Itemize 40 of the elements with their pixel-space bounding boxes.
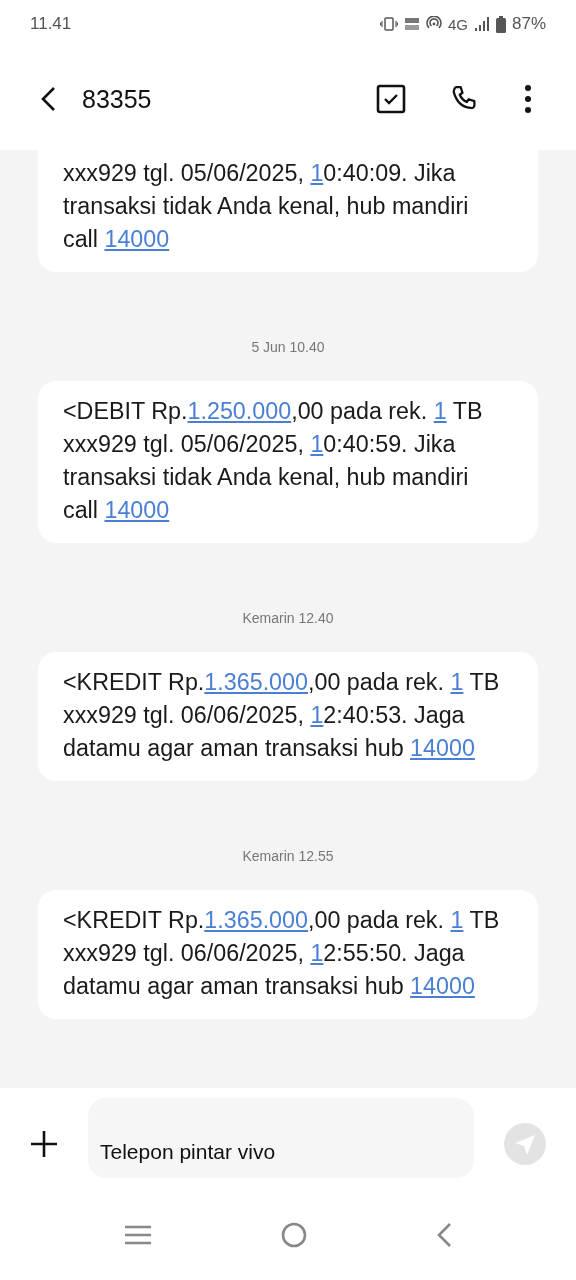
message-link[interactable]: 1.250.000: [187, 398, 292, 424]
message-timestamp: 5 Jun 10.40: [250, 339, 326, 355]
message-link[interactable]: 14000: [104, 226, 170, 252]
battery-icon: [495, 15, 506, 33]
message-text: <KREDIT Rp.1.365.000,00 pada rek. 1 TB xxx929 tgl. 06/06/2025, 12:55:50. Jaga datamu agar aman transaksi hub 14000: [63, 906, 501, 1001]
message-link[interactable]: 1: [450, 669, 464, 695]
message-link[interactable]: 1: [310, 431, 324, 457]
message-field[interactable]: Telepon pintar vivo: [88, 1098, 474, 1178]
message-link[interactable]: 1: [310, 702, 324, 728]
message-bubble[interactable]: <KREDIT Rp.1.365.000,00 pada rek. 1 TB xxx929 tgl. 06/06/2025, 12:40:53. Jaga datamu agar aman transaksi hub 14000: [38, 652, 538, 781]
message-timestamp: Kemarin 12.55: [241, 848, 335, 864]
menu-icon[interactable]: [124, 1224, 153, 1246]
message-bubble[interactable]: <KREDIT Rp.1.365.000,00 pada rek. 1 TB xxx929 tgl. 06/06/2025, 12:55:50. Jaga datamu agar aman transaksi hub 14000: [38, 890, 538, 1019]
message-link[interactable]: 1: [450, 907, 464, 933]
message-bubble[interactable]: <DEBIT Rp.1.250.000,00 pada rek. 1 TB xxx929 tgl. 05/06/2025, 10:40:59. Jika transaksi tidak Anda kenal, hub mandiri call 14000: [38, 381, 538, 543]
signal-icon: [473, 17, 490, 31]
message-text: <DEBIT Rp.1.250.000,00 pada rek. 1 TB xxx929 tgl. 05/06/2025, 10:40:59. Jika transaksi tidak Anda kenal, hub mandiri call 14000: [63, 397, 484, 525]
message-bubble[interactable]: xxx929 tgl. 05/06/2025, 10:40:09. Jika transaksi tidak Anda kenal, hub mandiri call 14000: [38, 150, 538, 272]
message-text: xxx929 tgl. 05/06/2025, 10:40:09. Jika transaksi tidak Anda kenal, hub mandiri call 14000: [63, 159, 470, 254]
conversation-title: 83355: [82, 84, 152, 114]
message-link[interactable]: 1.365.000: [204, 907, 308, 933]
message-link[interactable]: 14000: [104, 497, 170, 523]
back-nav-icon[interactable]: [435, 1222, 452, 1248]
message-timestamp: Kemarin 12.40: [241, 610, 335, 626]
message-link[interactable]: 1: [310, 160, 324, 186]
more-options-icon[interactable]: [524, 84, 532, 114]
message-link[interactable]: 14000: [410, 973, 475, 999]
message-link[interactable]: 1.365.000: [204, 669, 308, 695]
home-icon[interactable]: [281, 1222, 307, 1248]
network-type: 4G: [447, 15, 468, 33]
status-time: 11.41: [30, 14, 72, 34]
battery-level: 87%: [511, 14, 546, 34]
add-icon[interactable]: [30, 1130, 58, 1158]
message-text: <KREDIT Rp.1.365.000,00 pada rek. 1 TB xxx929 tgl. 06/06/2025, 12:40:53. Jaga datamu agar aman transaksi hub 14000: [63, 668, 501, 763]
message-link[interactable]: 14000: [410, 735, 475, 761]
message-link[interactable]: 1: [310, 940, 324, 966]
vibrate-icon: [379, 17, 398, 31]
message-link[interactable]: 1: [433, 398, 447, 424]
select-checkbox-icon[interactable]: [376, 84, 406, 114]
back-icon[interactable]: [40, 86, 56, 112]
